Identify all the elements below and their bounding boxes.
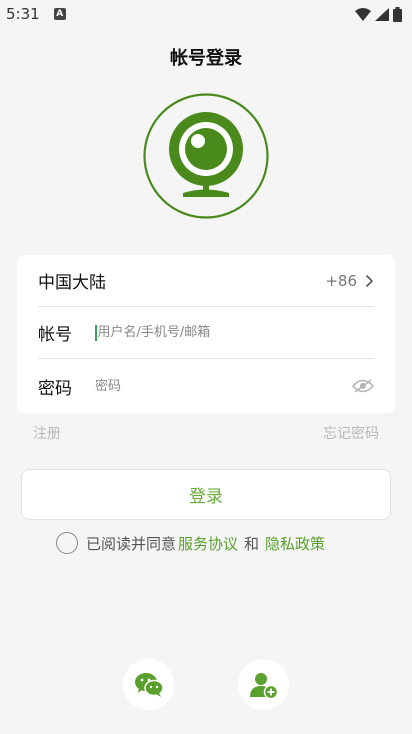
agreement-row: 已阅读并同意 服务协议 和 隐私政策 (56, 532, 325, 554)
status-icons (355, 6, 402, 22)
eye-off-icon[interactable] (352, 379, 374, 393)
wifi-icon (355, 7, 371, 21)
country-code: +86 (325, 271, 357, 290)
wechat-icon (134, 672, 164, 697)
status-bar: 5:31 A (0, 0, 412, 28)
page-title: 帐号登录 (170, 48, 242, 69)
add-account-button[interactable] (238, 659, 289, 710)
battery-icon (393, 6, 402, 22)
forgot-password-link[interactable]: 忘记密码 (323, 423, 379, 443)
password-label: 密码 (38, 378, 72, 399)
login-button[interactable]: 登录 (21, 469, 391, 520)
webcam-logo-icon (143, 93, 269, 219)
chevron-right-icon (365, 274, 374, 287)
signal-icon (375, 7, 389, 21)
agreement-prefix: 已阅读并同意 (86, 534, 177, 553)
account-input[interactable] (97, 317, 374, 348)
region-selector[interactable]: 中国大陆 +86 (38, 255, 374, 307)
status-time: 5:31 (6, 5, 40, 23)
country-code-wrap: +86 (325, 272, 374, 290)
wechat-login-button[interactable] (123, 659, 174, 710)
region-label: 中国大陆 (38, 273, 106, 293)
agree-checkbox[interactable] (56, 532, 78, 554)
auxiliary-links: 注册 忘记密码 (33, 423, 379, 443)
text-caret (95, 324, 97, 341)
agreement-and: 和 (244, 534, 260, 553)
add-user-icon (249, 672, 278, 699)
password-input[interactable] (95, 371, 352, 401)
login-form-card: 中国大陆 +86 帐号 密码 (17, 255, 395, 413)
password-row: 密码 (38, 359, 374, 413)
service-agreement-link[interactable]: 服务协议 (178, 533, 238, 554)
register-link[interactable]: 注册 (33, 423, 61, 443)
account-row: 帐号 (38, 307, 374, 359)
notification-a-icon: A (53, 8, 66, 20)
account-label: 帐号 (38, 325, 72, 345)
third-party-login (0, 659, 412, 711)
privacy-policy-link[interactable]: 隐私政策 (265, 533, 325, 554)
